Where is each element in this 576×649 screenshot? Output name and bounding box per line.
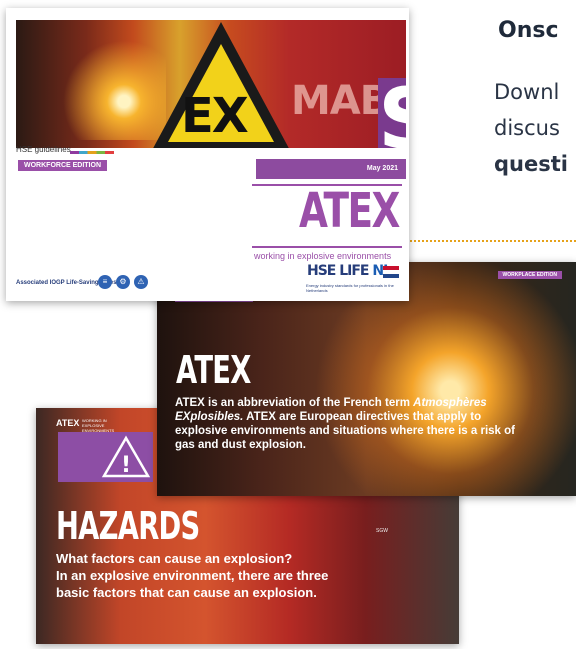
date-text: May 2021: [366, 165, 398, 172]
hse-guidelines-label: HSE guidelines: [16, 145, 71, 154]
section-heading: Onsc: [498, 18, 559, 43]
intro-text-line: Downl: [494, 80, 560, 104]
cover-photo: EX MABLE S: [16, 20, 406, 148]
slide-title: ATEX: [176, 348, 251, 392]
logo-tagline: Energy industry standards for profession…: [306, 283, 394, 293]
sparks-graphic: [26, 30, 166, 140]
slide-description: ATEX is an abbreviation of the French te…: [175, 397, 515, 451]
slide-small-sublabel: WORKING IN EXPLOSIVE ENVIRONMENTS: [82, 418, 115, 433]
edition-label: WORKPLACE EDITION: [497, 271, 562, 279]
warning-box: !: [58, 432, 153, 482]
life-saving-rule-icon: ⚠: [134, 275, 148, 289]
big-letter: S: [378, 77, 406, 148]
dutch-flag-icon: [383, 266, 399, 278]
life-saving-rule-icon: ≡: [98, 275, 112, 289]
intro-text-line: discus: [494, 116, 560, 140]
hse-life-nl-logo: HSE LIFE NL: [307, 263, 392, 279]
title-rule-bottom: [252, 246, 402, 248]
life-saving-rule-icon: ⚙: [116, 275, 130, 289]
ex-sign-text: EX: [181, 88, 249, 144]
cover-title: ATEX: [299, 183, 400, 239]
date-bar: May 2021: [256, 159, 406, 179]
color-strip: [70, 151, 114, 154]
cover-subtitle: working in explosive environments: [254, 251, 392, 261]
intro-text-line: questi: [494, 152, 568, 176]
edition-badge: WORKFORCE EDITION: [18, 160, 107, 171]
slide-small-label: ATEX: [56, 418, 80, 428]
dotted-divider: [410, 240, 576, 242]
brochure-cover-thumbnail[interactable]: EX MABLE S HSE guidelines WORKFORCE EDIT…: [6, 8, 409, 301]
coverall-badge: SGW: [376, 528, 388, 534]
slide-title: HAZARDS: [56, 504, 200, 548]
warning-glyph: !: [121, 453, 131, 478]
warning-icon: !: [101, 435, 151, 478]
slide-description: What factors can cause an explosion? In …: [56, 551, 329, 600]
